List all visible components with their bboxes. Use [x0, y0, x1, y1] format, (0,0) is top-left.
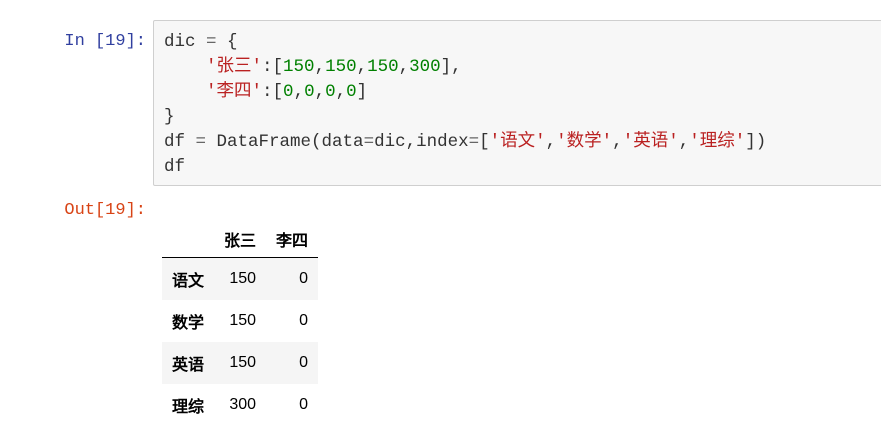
code-token: 150	[367, 57, 399, 77]
table-row: 英语 150 0	[162, 342, 319, 384]
code-token: ]	[356, 82, 368, 102]
code-token: ,	[314, 82, 326, 102]
code-token: :[	[262, 57, 284, 77]
column-header: 李四	[266, 220, 319, 258]
code-token: 0	[283, 82, 294, 102]
code-token: [	[479, 132, 490, 152]
code-token: DataFrame(data	[206, 132, 364, 152]
code-line: '张三':[150,150,150,300],	[164, 55, 881, 80]
code-token: '英语'	[622, 132, 679, 152]
code-token: ])	[745, 132, 767, 152]
code-token: ,	[545, 132, 557, 152]
code-token: ,	[612, 132, 623, 152]
code-token: '理综'	[689, 132, 746, 152]
table-row: 理综 300 0	[162, 384, 318, 426]
code-token: ,	[335, 82, 347, 102]
table-cell: 300	[229, 396, 257, 413]
code-token: :[	[262, 82, 284, 102]
table-cell: 150	[229, 354, 257, 371]
code-token: =	[195, 132, 207, 152]
code-token: ,	[293, 82, 305, 102]
code-token: '张三'	[206, 57, 263, 77]
table-cell: 0	[299, 270, 309, 287]
code-token: =	[363, 132, 375, 152]
row-index: 理综	[172, 399, 205, 416]
code-line: dic = {	[164, 30, 881, 55]
table-cell: 150	[229, 270, 257, 287]
table-cell: 0	[299, 354, 309, 371]
code-token: =	[206, 32, 217, 52]
code-line: '李四':[0,0,0,0]	[164, 80, 881, 105]
row-index: 英语	[172, 357, 205, 374]
code-token: 150	[283, 57, 315, 77]
table-header-row: 张三 李四	[162, 220, 319, 258]
code-token: 150	[325, 57, 357, 77]
row-index: 语文	[172, 273, 205, 290]
dataframe-output: 张三 李四 语文 150 0 数学 150 0 英语 150 0 理综 300 0	[162, 220, 319, 426]
code-token: }	[164, 107, 175, 127]
code-token: '李四'	[206, 82, 263, 102]
code-token: =	[468, 132, 480, 152]
row-index: 数学	[172, 315, 205, 332]
code-token: ,	[398, 57, 410, 77]
table-cell: 0	[299, 396, 309, 413]
code-cell-editor[interactable]: dic = { '张三':[150,150,150,300], '李四':[0,…	[153, 20, 881, 186]
code-token: '数学'	[556, 132, 613, 152]
input-prompt: In [19]:	[64, 32, 146, 51]
code-token: df	[164, 157, 186, 177]
code-line: df	[164, 155, 881, 180]
column-header-index	[162, 220, 215, 258]
code-token: ,	[314, 57, 326, 77]
code-line: df = DataFrame(data=dic,index=['语文','数学'…	[164, 130, 881, 155]
code-token: df	[164, 132, 196, 152]
table-cell: 0	[299, 312, 309, 329]
code-token: '语文'	[489, 132, 546, 152]
code-token: ],	[440, 57, 462, 77]
column-header: 张三	[214, 220, 267, 258]
table-row: 语文 150 0	[162, 257, 319, 300]
code-line: }	[164, 105, 881, 130]
table-row: 数学 150 0	[162, 300, 318, 342]
table-cell: 150	[229, 312, 257, 329]
code-token: ,	[678, 132, 690, 152]
code-token: dic,index	[374, 132, 469, 152]
code-token: {	[216, 32, 238, 52]
output-prompt: Out[19]:	[64, 201, 146, 220]
code-token: 0	[346, 82, 357, 102]
code-token: 0	[325, 82, 336, 102]
code-token: 0	[304, 82, 315, 102]
code-token: 300	[409, 57, 441, 77]
code-token: ,	[356, 57, 368, 77]
code-token: dic	[164, 32, 207, 52]
